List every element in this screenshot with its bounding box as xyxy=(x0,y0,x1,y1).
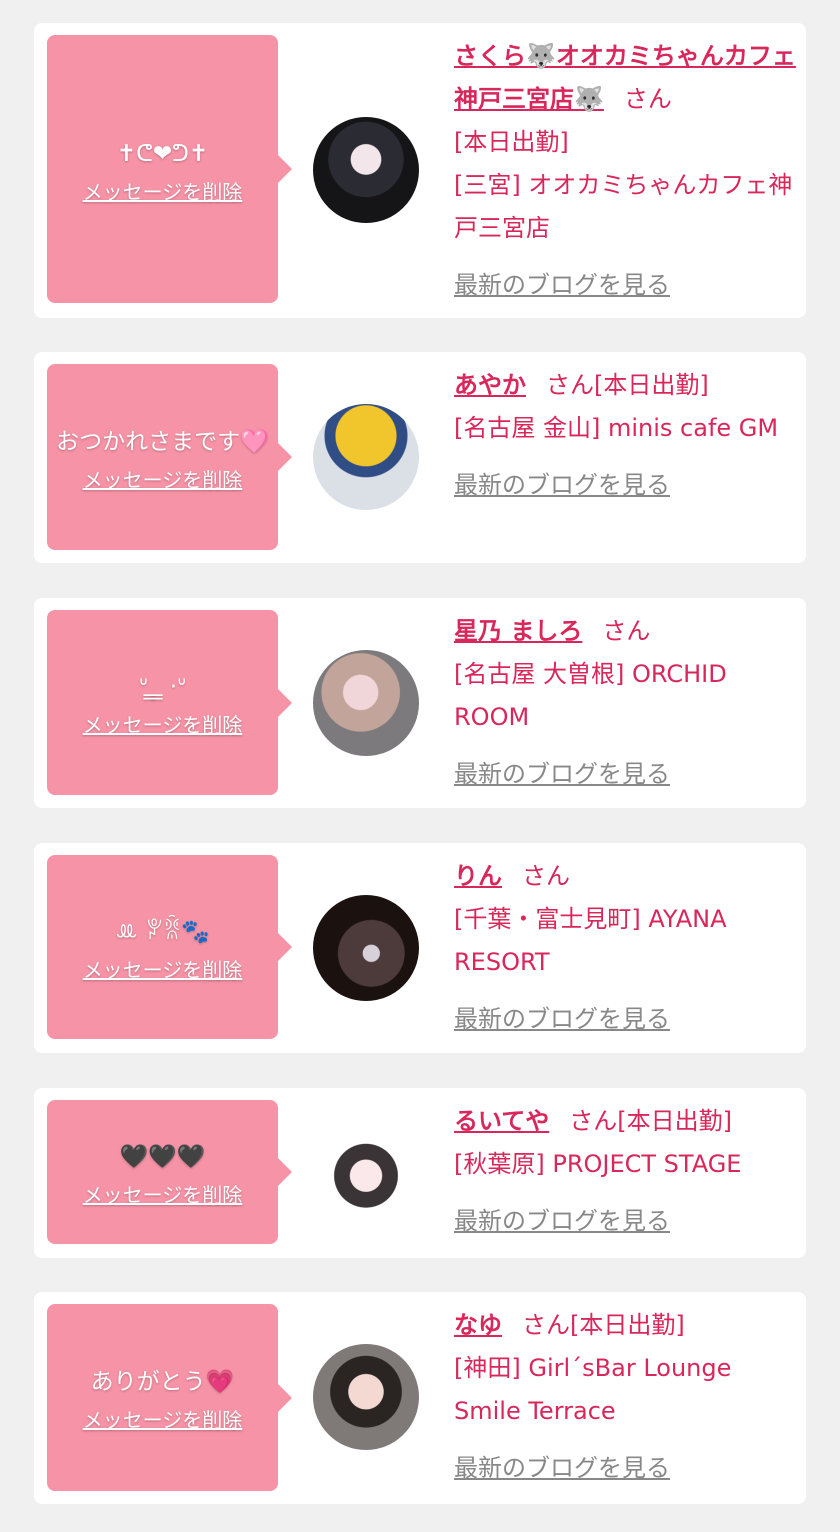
message-card: ありがとう💗 メッセージを削除 なゆ さん[本日出勤] [神田] Girl´sBa… xyxy=(34,1292,806,1504)
message-bubble: ありがとう💗 メッセージを削除 xyxy=(47,1304,292,1491)
cast-name-link[interactable]: りん xyxy=(454,862,502,890)
cast-info: りん さん [千葉・富士見町] AYANA RESORT 最新のブログを見る xyxy=(454,855,796,1041)
cast-info: あやか さん[本日出勤] [名古屋 金山] minis cafe GM 最新のブロ… xyxy=(454,364,796,507)
shop-name: [千葉・富士見町] AYANA RESORT xyxy=(454,905,727,976)
message-card: おつかれさまです🩷 メッセージを削除 あやか さん[本日出勤] [名古屋 金山] … xyxy=(34,352,806,563)
cast-name-link[interactable]: るいてや xyxy=(454,1107,549,1135)
message-text: ✝ᕦ❤ᕤ✝ xyxy=(116,140,209,167)
shop-name: [秋葉原] PROJECT STAGE xyxy=(454,1150,742,1178)
message-card: ꔛ ꐕꐠ🐾 メッセージを削除 りん さん [千葉・富士見町] AYANA RESO… xyxy=(34,843,806,1053)
honorific: さん xyxy=(546,371,594,399)
cast-name-link[interactable]: あやか xyxy=(454,371,526,399)
cast-info: なゆ さん[本日出勤] [神田] Girl´sBar Lounge Smile T… xyxy=(454,1304,796,1490)
honorific: さん xyxy=(569,1107,618,1135)
shop-name: [神田] Girl´sBar Lounge Smile Terrace xyxy=(454,1354,732,1425)
work-status: [本日出勤] xyxy=(594,371,709,399)
latest-blog-link[interactable]: 最新のブログを見る xyxy=(454,998,796,1041)
avatar[interactable] xyxy=(313,1128,419,1234)
avatar[interactable] xyxy=(313,650,419,756)
message-text: ありがとう💗 xyxy=(90,1369,235,1395)
delete-message-link[interactable]: メッセージを削除 xyxy=(83,464,243,493)
avatar[interactable] xyxy=(313,404,419,510)
message-bubble: おつかれさまです🩷 メッセージを削除 xyxy=(47,364,292,550)
cast-name-link[interactable]: なゆ xyxy=(454,1311,502,1339)
latest-blog-link[interactable]: 最新のブログを見る xyxy=(454,1200,796,1243)
message-card: ✝ᕦ❤ᕤ✝ メッセージを削除 さくら🐺オオカミちゃんカフェ神戸三宮店🐺 さん [本… xyxy=(34,23,806,318)
honorific: さん xyxy=(623,85,672,113)
latest-blog-link[interactable]: 最新のブログを見る xyxy=(454,264,796,307)
honorific: さん xyxy=(602,617,651,645)
cast-info: 星乃 ましろ さん [名古屋 大曽根] ORCHID ROOM 最新のブログを見る xyxy=(454,610,796,796)
message-text: おつかれさまです🩷 xyxy=(56,428,269,455)
latest-blog-link[interactable]: 最新のブログを見る xyxy=(454,464,796,507)
cast-info: るいてや さん[本日出勤] [秋葉原] PROJECT STAGE 最新のブログを… xyxy=(454,1100,796,1243)
avatar[interactable] xyxy=(313,1344,419,1450)
honorific: さん xyxy=(522,862,570,890)
cast-info: さくら🐺オオカミちゃんカフェ神戸三宮店🐺 さん [本日出勤] [三宮] オオカミち… xyxy=(454,35,796,307)
avatar[interactable] xyxy=(313,117,419,223)
latest-blog-link[interactable]: 最新のブログを見る xyxy=(454,1447,796,1490)
delete-message-link[interactable]: メッセージを削除 xyxy=(83,1404,243,1433)
delete-message-link[interactable]: メッセージを削除 xyxy=(83,1179,243,1208)
message-bubble: 🖤🖤🖤 メッセージを削除 xyxy=(47,1100,292,1244)
cast-name-link[interactable]: 星乃 ましろ xyxy=(454,617,582,645)
avatar[interactable] xyxy=(313,895,419,1001)
message-bubble: ✝ᕦ❤ᕤ✝ メッセージを削除 xyxy=(47,35,292,303)
message-card: 🖤🖤🖤 メッセージを削除 るいてや さん[本日出勤] [秋葉原] PROJECT … xyxy=(34,1088,806,1258)
work-status: [本日出勤] xyxy=(454,128,569,156)
message-card: ᐡ ̳ ̳ ·ᐡ メッセージを削除 星乃 ましろ さん [名古屋 大曽根] ORC… xyxy=(34,598,806,808)
message-text: ꔛ ꐕꐠ🐾 xyxy=(115,918,210,945)
message-text: ᐡ ̳ ̳ ·ᐡ xyxy=(138,674,187,700)
delete-message-link[interactable]: メッセージを削除 xyxy=(83,709,243,738)
work-status: [本日出勤] xyxy=(617,1107,733,1135)
message-bubble: ꔛ ꐕꐠ🐾 メッセージを削除 xyxy=(47,855,292,1039)
shop-name: [三宮] オオカミちゃんカフェ神戸三宮店 xyxy=(454,171,793,242)
message-bubble: ᐡ ̳ ̳ ·ᐡ メッセージを削除 xyxy=(47,610,292,795)
honorific: さん xyxy=(522,1311,570,1339)
work-status: [本日出勤] xyxy=(570,1311,685,1339)
message-text: 🖤🖤🖤 xyxy=(119,1143,206,1170)
delete-message-link[interactable]: メッセージを削除 xyxy=(83,954,243,983)
shop-name: [名古屋 大曽根] ORCHID ROOM xyxy=(454,660,727,731)
shop-name: [名古屋 金山] minis cafe GM xyxy=(454,414,779,442)
latest-blog-link[interactable]: 最新のブログを見る xyxy=(454,753,796,796)
delete-message-link[interactable]: メッセージを削除 xyxy=(83,176,243,205)
